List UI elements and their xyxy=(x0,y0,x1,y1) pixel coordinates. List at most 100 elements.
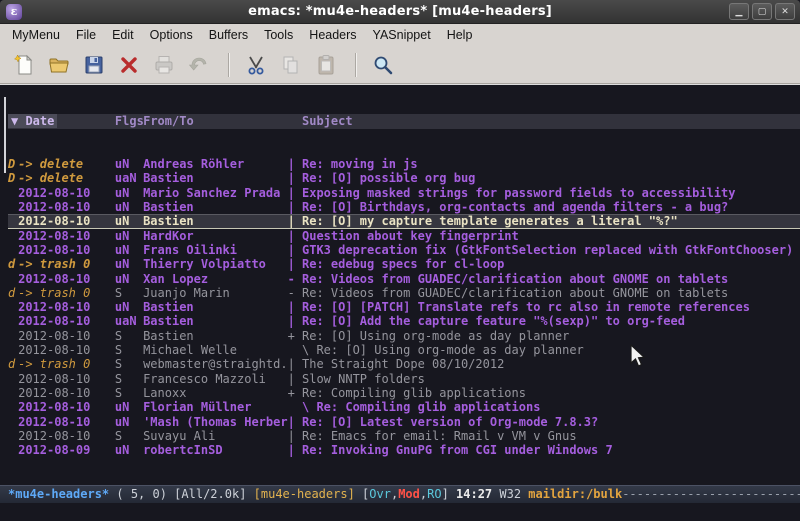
message-row[interactable]: 2012-08-10SLanoxx+ Re: Compiling glib ap… xyxy=(8,386,800,400)
message-flags: uN xyxy=(115,243,143,257)
message-row[interactable]: 2012-08-10uN'Mash (Thomas Herbert)| Re: … xyxy=(8,415,800,429)
message-flags: uN xyxy=(115,200,143,214)
message-from: Xan Lopez xyxy=(143,272,287,286)
menu-item-edit[interactable]: Edit xyxy=(104,25,142,45)
message-flags: S xyxy=(115,343,143,357)
scrollbar[interactable] xyxy=(0,85,8,485)
message-date: 2012-08-10 xyxy=(18,214,115,228)
message-date: -> delete xyxy=(18,171,115,185)
message-subject: | GTK3 deprecation fix (GtkFontSelection… xyxy=(288,243,800,257)
header-line: ▼ Date Flgs From/To Subject xyxy=(8,114,800,129)
message-from: Mario Sanchez Prada xyxy=(143,186,287,200)
minibuffer[interactable] xyxy=(0,503,800,521)
modeline-folder: maildir:/bulk xyxy=(528,487,622,501)
menu-item-help[interactable]: Help xyxy=(439,25,481,45)
message-from: Bastien xyxy=(143,214,287,228)
message-row[interactable]: 2012-08-10uNBastien| Re: [O] Birthdays, … xyxy=(8,200,800,214)
message-row[interactable]: 2012-08-10uNBastien| Re: [O] [PATCH] Tra… xyxy=(8,300,800,314)
menu-item-headers[interactable]: Headers xyxy=(301,25,364,45)
column-header-subject[interactable]: Subject xyxy=(288,114,353,129)
close-button[interactable]: ✕ xyxy=(775,3,795,20)
modeline-window: W32 xyxy=(499,487,528,501)
modeline-bracket-close: ] xyxy=(442,487,456,501)
message-from: webmaster@straightd... xyxy=(143,357,287,371)
menu-item-options[interactable]: Options xyxy=(142,25,201,45)
search-button[interactable] xyxy=(367,50,399,80)
message-mark xyxy=(8,314,18,328)
column-header-from[interactable]: From/To xyxy=(143,114,287,129)
undo-button xyxy=(183,50,215,80)
menu-item-file[interactable]: File xyxy=(68,25,104,45)
message-row[interactable]: 2012-08-10uNFrans Oilinki| GTK3 deprecat… xyxy=(8,243,800,257)
message-subject: \ Re: Compiling glib applications xyxy=(288,400,800,414)
message-from: Bastien xyxy=(143,300,287,314)
column-header-flags[interactable]: Flgs xyxy=(115,114,143,129)
toolbar xyxy=(0,46,800,84)
message-row[interactable]: 2012-08-10SFrancesco Mazzoli| Slow NNTP … xyxy=(8,372,800,386)
message-flags: S xyxy=(115,429,143,443)
menu-item-mymenu[interactable]: MyMenu xyxy=(4,25,68,45)
menu-item-tools[interactable]: Tools xyxy=(256,25,301,45)
mode-line[interactable]: *mu4e-headers* ( 5, 0) [All/2.0k] [mu4e-… xyxy=(0,485,800,503)
modeline-position: ( 5, 0) xyxy=(116,487,174,501)
message-row[interactable]: 2012-08-09uNrobertcInSD| Re: Invoking Gn… xyxy=(8,443,800,457)
message-from: HardKor xyxy=(143,229,287,243)
message-flags: uN xyxy=(115,415,143,429)
message-flags: S xyxy=(115,357,143,371)
message-subject: | The Straight Dope 08/10/2012 xyxy=(288,357,800,371)
menu-item-buffers[interactable]: Buffers xyxy=(201,25,256,45)
message-row[interactable]: 2012-08-10uNBastien| Re: [O] my capture … xyxy=(8,214,800,228)
message-subject: + Re: [O] Using org-mode as day planner xyxy=(288,329,800,343)
maximize-button[interactable]: ▢ xyxy=(752,3,772,20)
message-row[interactable]: d-> trash 0SJuanjo Marin- Re: Videos fro… xyxy=(8,286,800,300)
menu-item-yasnippet[interactable]: YASnippet xyxy=(365,25,439,45)
new-file-button[interactable] xyxy=(8,50,40,80)
minimize-button[interactable]: ▁ xyxy=(729,3,749,20)
message-row[interactable]: d-> trash 0uNThierry Volpiatto| Re: edeb… xyxy=(8,257,800,271)
column-header-date[interactable]: ▼ Date xyxy=(8,114,115,129)
message-subject: | Re: moving in js xyxy=(288,157,800,171)
message-from: Michael Welle xyxy=(143,343,287,357)
save-icon xyxy=(82,53,106,77)
window-title: emacs: *mu4e-headers* [mu4e-headers] xyxy=(0,4,800,19)
message-row[interactable]: 2012-08-10uNHardKor| Question about key … xyxy=(8,229,800,243)
message-row[interactable]: 2012-08-10uaNBastien| Re: [O] Add the ca… xyxy=(8,314,800,328)
message-mark xyxy=(8,400,18,414)
message-date: 2012-08-10 xyxy=(18,400,115,414)
copy-button xyxy=(275,50,307,80)
message-date: 2012-08-09 xyxy=(18,443,115,457)
message-row[interactable]: 2012-08-10uNXan Lopez- Re: Videos from G… xyxy=(8,272,800,286)
message-from: Bastien xyxy=(143,200,287,214)
message-row[interactable]: D-> deleteuaNBastien| Re: [O] possible o… xyxy=(8,171,800,185)
save-button[interactable] xyxy=(78,50,110,80)
message-date: 2012-08-10 xyxy=(18,429,115,443)
message-row[interactable]: d-> trash 0Swebmaster@straightd...| The … xyxy=(8,357,800,371)
message-row[interactable]: 2012-08-10uNMario Sanchez Prada| Exposin… xyxy=(8,186,800,200)
scrollbar-thumb[interactable] xyxy=(4,97,6,173)
message-row[interactable]: 2012-08-10SBastien+ Re: [O] Using org-mo… xyxy=(8,329,800,343)
message-row[interactable]: D-> deleteuNAndreas Röhler| Re: moving i… xyxy=(8,157,800,171)
message-date: 2012-08-10 xyxy=(18,300,115,314)
cut-button[interactable] xyxy=(240,50,272,80)
title-bar[interactable]: ε emacs: *mu4e-headers* [mu4e-headers] ▁… xyxy=(0,0,800,24)
message-from: Bastien xyxy=(143,171,287,185)
close-buffer-button[interactable] xyxy=(113,50,145,80)
message-date: -> trash 0 xyxy=(18,257,115,271)
message-date: -> delete xyxy=(18,157,115,171)
message-mark xyxy=(8,214,18,228)
message-row[interactable]: 2012-08-10uNFlorian Müllner \ Re: Compil… xyxy=(8,400,800,414)
toolbar-separator xyxy=(228,53,230,77)
emacs-window: ε emacs: *mu4e-headers* [mu4e-headers] ▁… xyxy=(0,0,800,521)
message-from: Francesco Mazzoli xyxy=(143,372,287,386)
message-flags: uaN xyxy=(115,171,143,185)
message-mark xyxy=(8,229,18,243)
open-file-button[interactable] xyxy=(43,50,75,80)
message-row[interactable]: 2012-08-10SSuvayu Ali| Re: Emacs for ema… xyxy=(8,429,800,443)
message-mark xyxy=(8,443,18,457)
menu-bar: MyMenuFileEditOptionsBuffersToolsHeaders… xyxy=(0,24,800,46)
copy-icon xyxy=(279,53,303,77)
message-row[interactable]: 2012-08-10SMichael Welle \ Re: [O] Using… xyxy=(8,343,800,357)
message-date: 2012-08-10 xyxy=(18,314,115,328)
message-flags: uaN xyxy=(115,314,143,328)
message-mark xyxy=(8,343,18,357)
